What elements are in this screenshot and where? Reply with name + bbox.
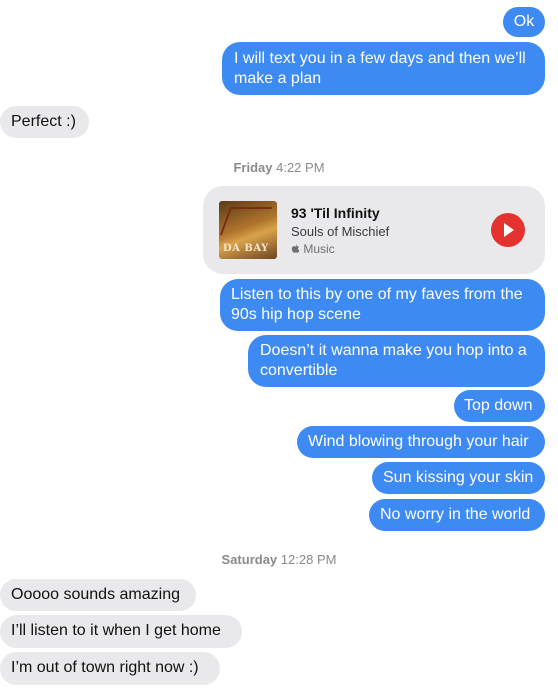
message-text: Top down [464, 397, 533, 414]
message-text: Listen to this by one of my faves from t… [231, 286, 523, 323]
message-received[interactable]: Perfect :) [0, 106, 89, 138]
message-sent[interactable]: I will text you in a few days and then w… [222, 42, 545, 95]
message-text: Ooooo sounds amazing [11, 586, 180, 603]
message-text: Perfect :) [11, 113, 76, 130]
timestamp-day: Friday [233, 160, 273, 175]
message-text: I will text you in a few days and then w… [234, 50, 526, 87]
message-text: I’ll listen to it when I get home [11, 622, 221, 639]
timestamp-time: 4:22 PM [276, 160, 325, 175]
message-sent[interactable]: Sun kissing your skin [372, 462, 545, 494]
message-sent[interactable]: Ok [503, 7, 545, 37]
message-sent[interactable]: Doesn’t it wanna make you hop into a con… [248, 335, 545, 387]
message-sent[interactable]: Wind blowing through your hair [297, 426, 545, 458]
message-text: Sun kissing your skin [383, 469, 534, 486]
message-text: Ok [513, 13, 535, 30]
message-sent[interactable]: No worry in the world [369, 499, 545, 531]
album-art: DA BAY [219, 201, 277, 259]
timestamp: Friday 4:22 PM [0, 160, 558, 175]
message-sent[interactable]: Listen to this by one of my faves from t… [220, 279, 545, 331]
timestamp-day: Saturday [221, 552, 278, 567]
song-source: Music [291, 242, 335, 256]
message-sent[interactable]: Top down [454, 390, 545, 422]
music-link-card[interactable]: DA BAY 93 'Til Infinity Souls of Mischie… [203, 186, 545, 274]
song-title: 93 'Til Infinity [291, 205, 380, 221]
album-art-text: DA BAY [223, 243, 269, 254]
song-artist: Souls of Mischief [291, 224, 390, 239]
message-text: Wind blowing through your hair [308, 433, 529, 450]
timestamp-time: 12:28 PM [280, 552, 337, 567]
play-icon [504, 223, 514, 237]
message-received[interactable]: I’m out of town right now :) [0, 652, 220, 685]
message-text: I’m out of town right now :) [11, 659, 199, 676]
message-text: No worry in the world [380, 506, 531, 523]
apple-icon [291, 242, 303, 256]
timestamp: Saturday 12:28 PM [0, 552, 558, 567]
message-received[interactable]: I’ll listen to it when I get home [0, 615, 242, 648]
play-button[interactable] [491, 213, 525, 247]
music-source-label: Music [303, 242, 335, 256]
message-text: Doesn’t it wanna make you hop into a con… [260, 342, 527, 379]
message-received[interactable]: Ooooo sounds amazing [0, 579, 196, 611]
